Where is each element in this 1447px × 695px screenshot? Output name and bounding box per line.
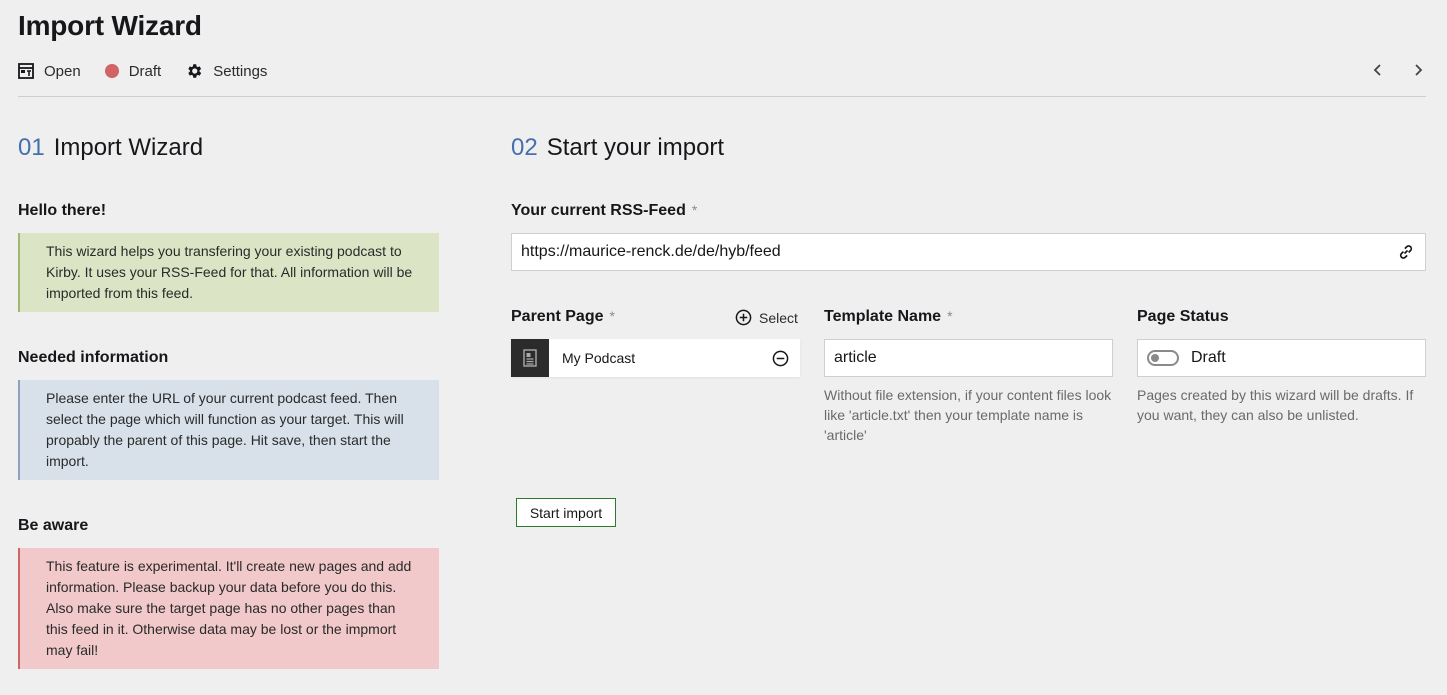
selected-page-name: My Podcast (562, 350, 636, 366)
rss-field-label: Your current RSS-Feed * (511, 202, 698, 219)
select-page-button[interactable]: Select (735, 309, 798, 326)
chevron-right-icon[interactable] (1409, 60, 1427, 80)
aware-warning-box: This feature is experimental. It'll crea… (18, 548, 439, 669)
aware-heading: Be aware (18, 517, 89, 534)
open-button[interactable]: Open (18, 63, 81, 80)
remove-circle-icon[interactable] (772, 350, 789, 367)
start-import-button[interactable]: Start import (516, 498, 616, 527)
select-label: Select (759, 309, 798, 326)
hello-info-box: This wizard helps you transfering your e… (18, 233, 439, 312)
rss-url-value: https://maurice-renck.de/de/hyb/feed (521, 243, 781, 260)
selected-page-item[interactable]: My Podcast (511, 339, 800, 377)
status-label: Draft (128, 62, 162, 80)
page-title: Import Wizard (18, 10, 202, 41)
add-circle-icon (735, 309, 752, 326)
needed-heading: Needed information (18, 349, 169, 366)
status-dot-icon (104, 64, 119, 78)
gear-icon (185, 62, 203, 80)
settings-button[interactable]: Settings (185, 62, 267, 80)
page-status-toggle-field[interactable]: Draft (1137, 339, 1426, 377)
pagination (1369, 60, 1427, 80)
section-heading-import-wizard: 01 Import Wizard (18, 134, 203, 162)
status-button[interactable]: Draft (104, 62, 162, 80)
toolbar: Open Draft Settings (18, 60, 267, 82)
link-icon[interactable] (1397, 243, 1415, 261)
chevron-left-icon[interactable] (1369, 60, 1387, 80)
page-status-label: Page Status (1137, 308, 1229, 325)
status-help-text: Pages created by this wizard will be dra… (1137, 387, 1414, 423)
hello-heading: Hello there! (18, 202, 107, 219)
page-icon (522, 349, 538, 367)
template-help-text: Without file extension, if your content … (824, 387, 1112, 443)
header-divider (18, 96, 1426, 97)
section-heading-start-import: 02 Start your import (511, 134, 724, 162)
settings-label: Settings (213, 62, 268, 80)
template-name-value: article (834, 349, 877, 366)
needed-info-box: Please enter the URL of your current pod… (18, 380, 439, 480)
section-title: Import Wizard (53, 134, 204, 161)
rss-url-input[interactable]: https://maurice-renck.de/de/hyb/feed (511, 233, 1426, 271)
section-title: Start your import (546, 134, 725, 161)
open-label: Open (44, 62, 81, 80)
parent-page-label: Parent Page * (511, 308, 615, 325)
status-toggle[interactable] (1147, 350, 1179, 366)
section-number: 01 (18, 134, 45, 161)
page-status-value: Draft (1191, 349, 1226, 366)
page-thumbnail (511, 339, 549, 377)
app-page: Import Wizard Open Draft Settings 01 Imp… (0, 0, 1447, 695)
template-name-input[interactable]: article (824, 339, 1113, 377)
template-name-label: Template Name * (824, 308, 953, 325)
open-icon (18, 63, 34, 79)
section-number: 02 (511, 134, 538, 161)
